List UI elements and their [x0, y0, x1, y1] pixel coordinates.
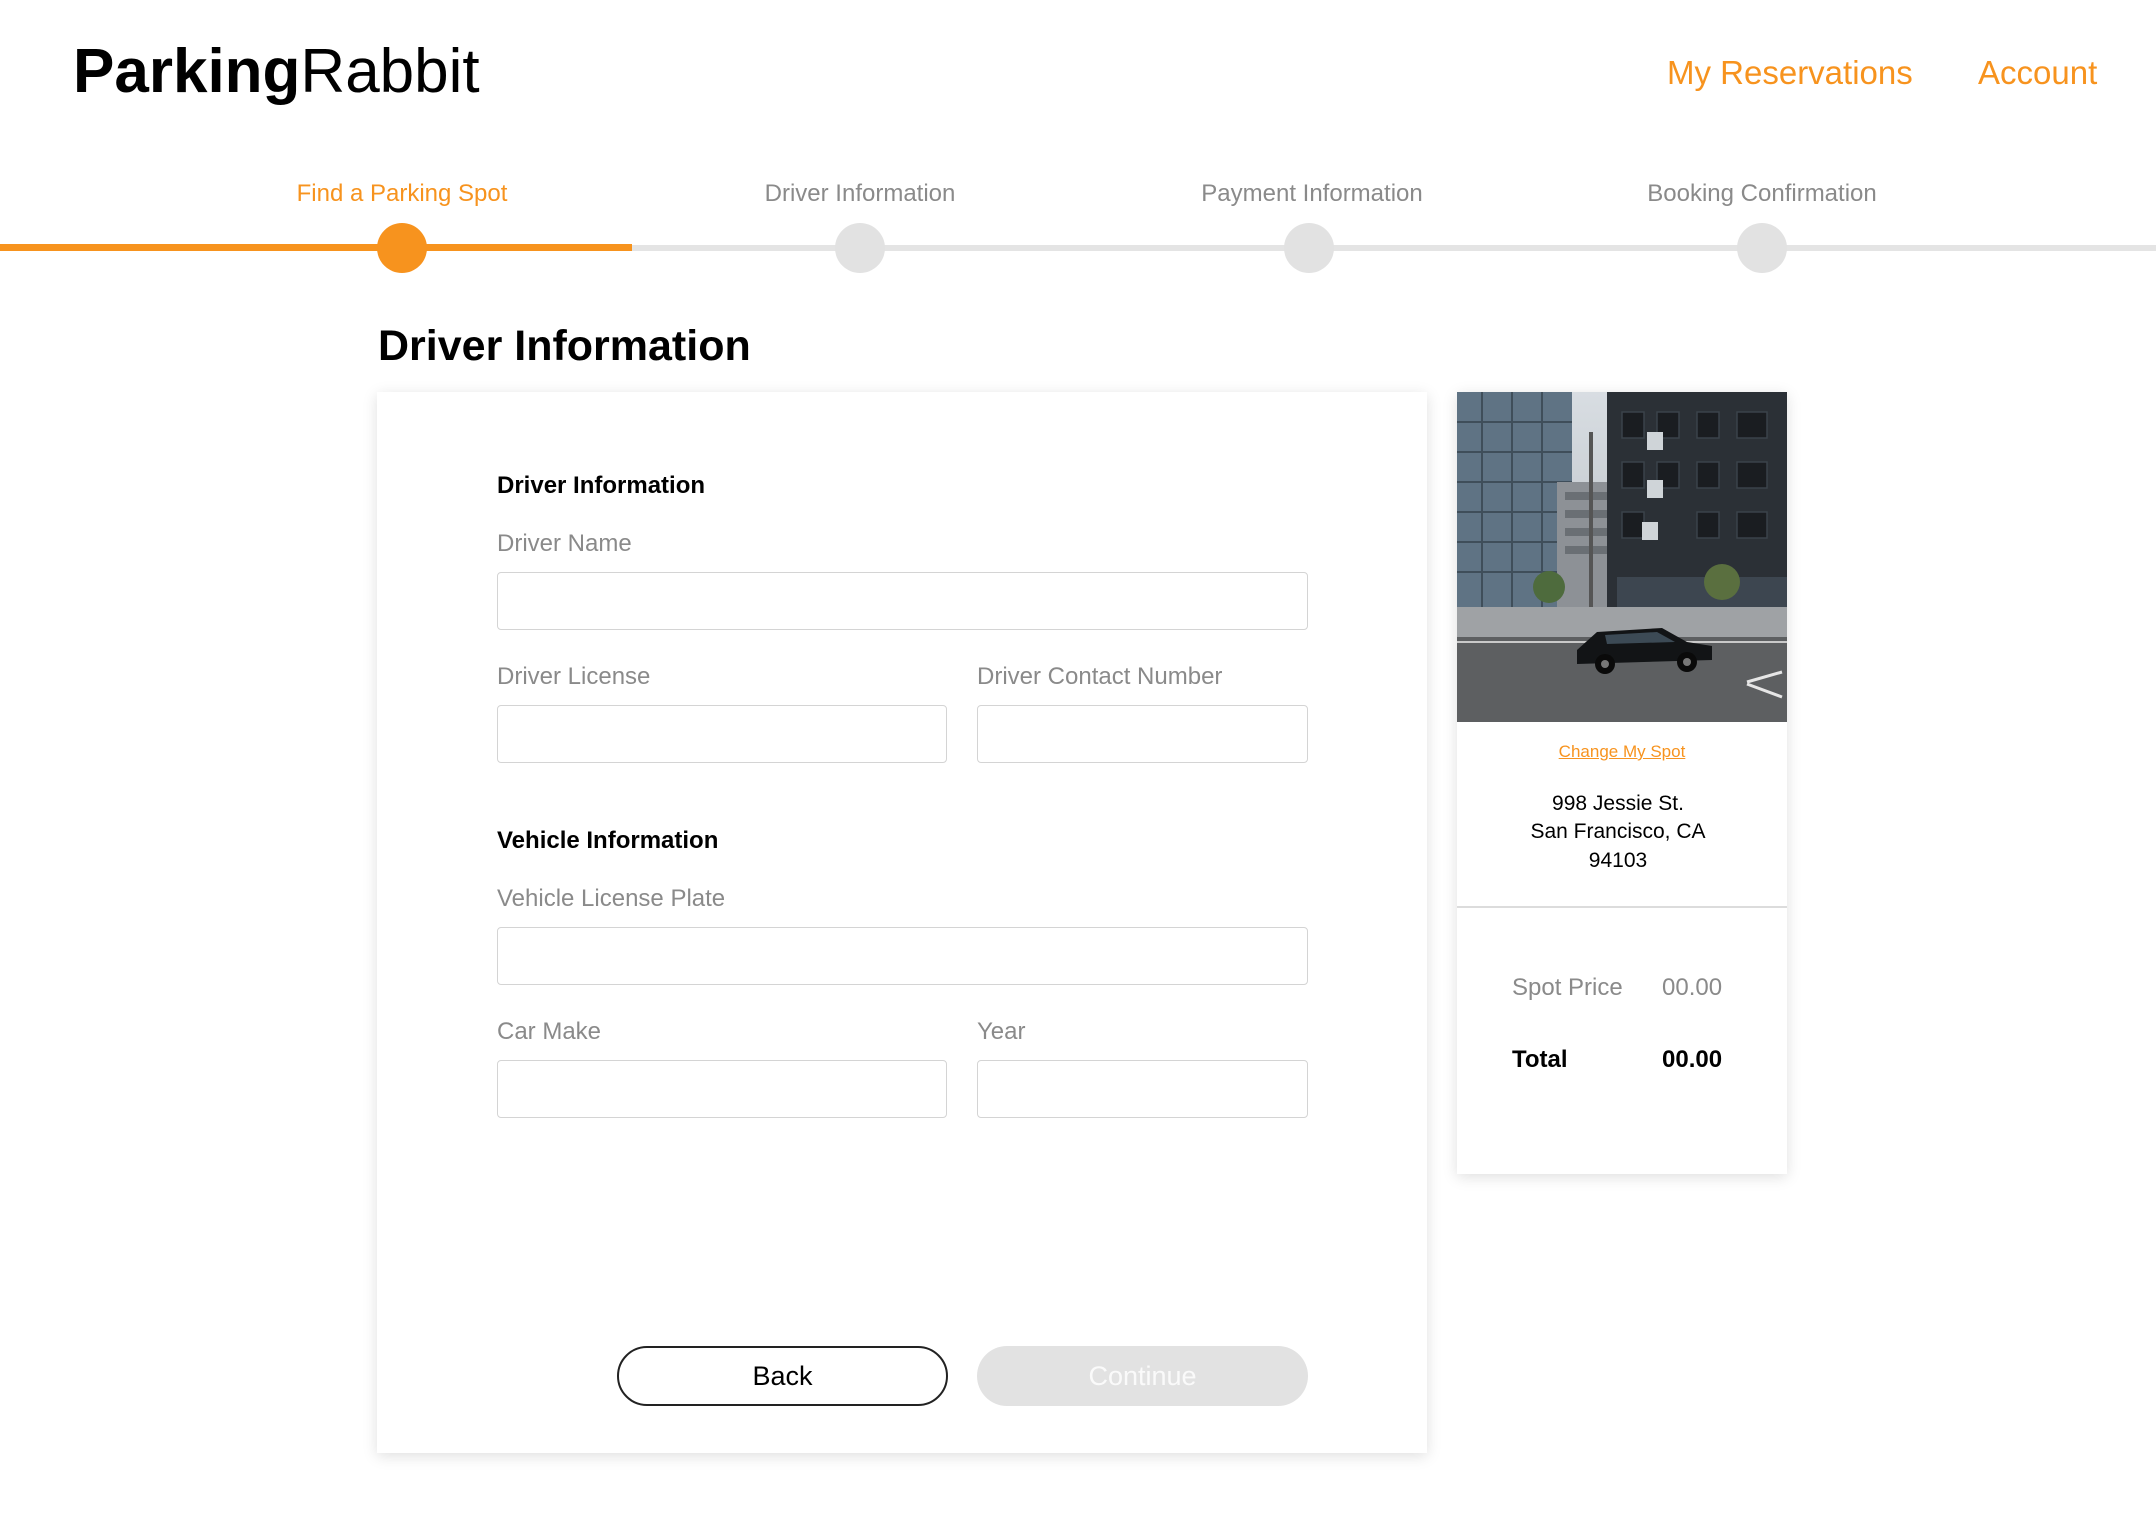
driver-license-label: Driver License [497, 663, 651, 690]
plate-label: Vehicle License Plate [497, 885, 726, 912]
step-dot-find-spot[interactable] [377, 223, 427, 273]
driver-name-input[interactable] [497, 572, 1308, 630]
total-label: Total [1512, 1046, 1568, 1073]
step-dot-booking-confirmation[interactable] [1737, 223, 1787, 273]
driver-contact-input[interactable] [977, 705, 1308, 763]
nav-my-reservations[interactable]: My Reservations [1667, 54, 1913, 92]
logo-regular-part: Rabbit [300, 37, 480, 106]
address-line-3: 94103 [1588, 849, 1648, 872]
car-make-label: Car Make [497, 1018, 602, 1045]
total-value: 00.00 [1662, 1046, 1723, 1073]
year-label: Year [977, 1018, 1026, 1045]
car-make-input[interactable] [497, 1060, 947, 1118]
driver-name-label: Driver Name [497, 530, 632, 557]
page-title: Driver Information [378, 322, 751, 370]
driver-section-title: Driver Information [497, 472, 706, 499]
address-line-2: San Francisco, CA [1530, 820, 1706, 843]
stepper-progress-fill [0, 244, 632, 251]
driver-form-card: Driver Information Driver Name Driver Li… [377, 392, 1427, 1453]
spot-price-value: 00.00 [1662, 974, 1723, 1001]
step-dot-driver-info[interactable] [835, 223, 885, 273]
continue-button[interactable]: Continue [977, 1346, 1308, 1406]
address-line-1: 998 Jessie St. [1552, 792, 1684, 815]
plate-input[interactable] [497, 927, 1308, 985]
summary-divider [1457, 906, 1787, 908]
spot-price-label: Spot Price [1512, 974, 1623, 1001]
step-dot-payment-info[interactable] [1284, 223, 1334, 273]
driver-license-input[interactable] [497, 705, 947, 763]
nav-account[interactable]: Account [1978, 54, 2097, 92]
vehicle-section-title: Vehicle Information [497, 827, 719, 854]
logo-bold-part: Parking [73, 37, 301, 106]
parking-spot-photo [1457, 392, 1787, 722]
driver-contact-label: Driver Contact Number [977, 663, 1223, 690]
back-button[interactable]: Back [617, 1346, 948, 1406]
change-spot-link[interactable]: Change My Spot [1457, 742, 1787, 762]
step-label-find-spot: Find a Parking Spot [296, 180, 508, 207]
booking-summary-card: Change My Spot 998 Jessie St. San Franci… [1457, 392, 1787, 1174]
step-label-booking-confirmation: Booking Confirmation [1647, 180, 1877, 207]
step-label-driver-info: Driver Information [764, 180, 956, 207]
year-input[interactable] [977, 1060, 1308, 1118]
brand-logo[interactable]: ParkingRabbit [73, 38, 480, 106]
step-label-payment-info: Payment Information [1201, 180, 1423, 207]
